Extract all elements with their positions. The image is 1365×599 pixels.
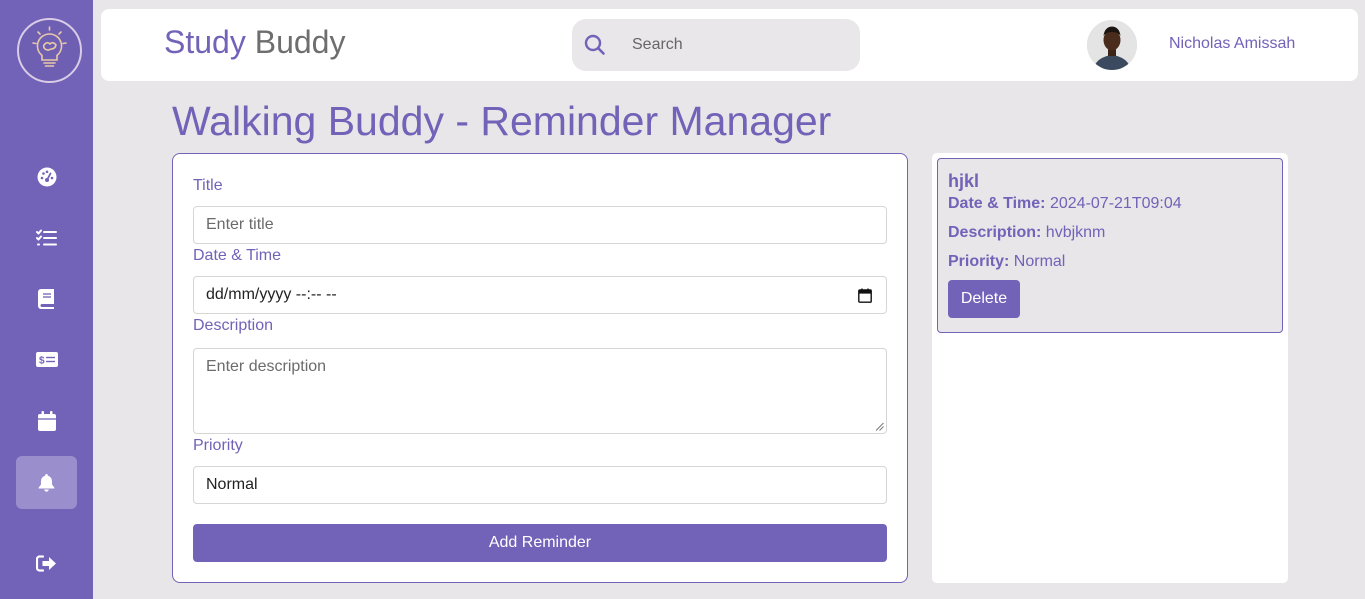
description-label: Description bbox=[193, 317, 274, 334]
book-icon bbox=[38, 288, 54, 309]
lightbulb-brain-logo[interactable] bbox=[17, 18, 82, 83]
reminder-form: Title Enter title Date & Time dd/mm/yyyy… bbox=[172, 153, 908, 583]
sidebar-item-reminders[interactable] bbox=[16, 456, 77, 509]
page-title: Walking Buddy - Reminder Manager bbox=[172, 98, 832, 144]
reminder-list: hjkl Date & Time: 2024-07-21T09:04 Descr… bbox=[932, 153, 1288, 583]
brand-title-part1: Study bbox=[164, 24, 246, 60]
tasks-icon bbox=[36, 229, 57, 245]
reminder-datetime-label: Date & Time: bbox=[948, 195, 1046, 212]
calendar-picker-icon[interactable] bbox=[858, 288, 872, 303]
sidebar-item-notes[interactable] bbox=[16, 272, 77, 325]
resize-handle-icon[interactable] bbox=[875, 422, 884, 431]
logout-icon bbox=[36, 555, 56, 572]
priority-selected-value: Normal bbox=[206, 476, 258, 493]
avatar[interactable] bbox=[1087, 20, 1137, 70]
description-textarea-placeholder: Enter description bbox=[206, 358, 327, 375]
reminder-priority-value: Normal bbox=[1013, 253, 1066, 270]
priority-select[interactable]: Normal bbox=[193, 466, 887, 504]
reminder-priority-label: Priority: bbox=[948, 253, 1010, 270]
delete-reminder-button[interactable]: Delete bbox=[948, 280, 1020, 318]
title-input-placeholder: Enter title bbox=[206, 216, 274, 233]
title-label: Title bbox=[193, 177, 223, 194]
svg-text:$: $ bbox=[39, 356, 45, 367]
user-name[interactable]: Nicholas Amissah bbox=[1169, 35, 1295, 53]
reminder-priority: Priority: Normal bbox=[948, 253, 1065, 271]
priority-label: Priority bbox=[193, 437, 243, 454]
datetime-input-placeholder: dd/mm/yyyy --:-- -- bbox=[206, 286, 337, 303]
sidebar-item-finance[interactable]: $ bbox=[16, 333, 77, 386]
money-icon: $ bbox=[35, 352, 58, 367]
sidebar: $ bbox=[0, 0, 93, 599]
search-input[interactable] bbox=[632, 19, 847, 71]
reminder-description-label: Description: bbox=[948, 224, 1042, 241]
reminder-title: hjkl bbox=[948, 171, 980, 191]
lightbulb-icon bbox=[32, 26, 67, 67]
search-icon[interactable] bbox=[584, 34, 606, 56]
sidebar-item-logout[interactable] bbox=[16, 537, 77, 590]
datetime-input[interactable]: dd/mm/yyyy --:-- -- bbox=[193, 276, 887, 314]
bell-icon bbox=[38, 474, 55, 492]
reminder-description: Description: hvbjknm bbox=[948, 224, 1105, 242]
reminder-datetime: Date & Time: 2024-07-21T09:04 bbox=[948, 195, 1182, 213]
add-reminder-button[interactable]: Add Reminder bbox=[193, 524, 887, 562]
reminder-datetime-value: 2024-07-21T09:04 bbox=[1049, 195, 1182, 212]
description-textarea[interactable]: Enter description bbox=[193, 348, 887, 434]
sidebar-item-calendar[interactable] bbox=[16, 394, 77, 447]
dashboard-icon bbox=[37, 167, 56, 186]
top-header: Study Buddy Nicholas Amissah bbox=[101, 9, 1358, 81]
datetime-label: Date & Time bbox=[193, 247, 282, 264]
brand-title[interactable]: Study Buddy bbox=[164, 24, 345, 61]
search-bar bbox=[572, 19, 860, 71]
sidebar-item-dashboard[interactable] bbox=[16, 150, 77, 203]
calendar-icon bbox=[37, 410, 56, 431]
sidebar-item-tasks[interactable] bbox=[16, 211, 77, 264]
user-photo bbox=[1087, 20, 1137, 70]
title-input[interactable]: Enter title bbox=[193, 206, 887, 244]
brand-title-part2: Buddy bbox=[245, 24, 346, 60]
reminder-card: hjkl Date & Time: 2024-07-21T09:04 Descr… bbox=[937, 158, 1283, 333]
reminder-description-value: hvbjknm bbox=[1045, 224, 1106, 241]
